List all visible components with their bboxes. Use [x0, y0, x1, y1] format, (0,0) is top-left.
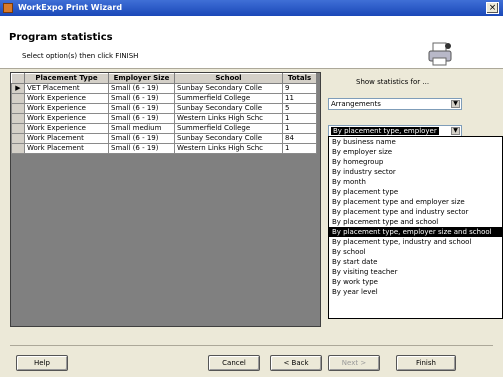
dropdown-option[interactable]: By year level	[329, 287, 502, 297]
finish-button[interactable]: Finish	[396, 355, 456, 371]
table-row[interactable]: Work Experience Small (6 - 19) Sunbay Seco…	[11, 103, 317, 114]
table-row[interactable]: Work Experience Small (6 - 19) Western Lin…	[11, 113, 317, 124]
table-row[interactable]: Work Placement Small (6 - 19) Sunbay Secon…	[11, 133, 317, 144]
header-row: Placement Type Employer Size School Tota…	[11, 73, 317, 84]
dropdown-option[interactable]: By month	[329, 177, 502, 187]
dropdown-option[interactable]: By industry sector	[329, 167, 502, 177]
table-cell[interactable]: 84	[282, 133, 317, 144]
table-cell[interactable]: Work Experience	[24, 103, 109, 114]
table-cell[interactable]: Summerfield College	[174, 93, 283, 104]
table-cell[interactable]: Sunbay Secondary Colle	[174, 103, 283, 114]
app-icon	[3, 3, 13, 13]
table-cell[interactable]: 1	[282, 113, 317, 124]
dropdown-option[interactable]: By work type	[329, 277, 502, 287]
next-button[interactable]: Next >	[328, 355, 380, 371]
cancel-button[interactable]: Cancel	[208, 355, 260, 371]
row-header-corner	[11, 73, 25, 84]
wizard-header: Program statistics Select option(s) then…	[0, 16, 503, 69]
statistics-label: Show statistics for ...	[356, 78, 430, 86]
table-cell[interactable]: Small (6 - 19)	[108, 113, 175, 124]
printer-icon	[428, 42, 452, 66]
dropdown-option[interactable]: By placement type	[329, 187, 502, 197]
statistics-grid[interactable]: Placement Type Employer Size School Tota…	[10, 72, 321, 327]
table-cell[interactable]: Summerfield College	[174, 123, 283, 134]
table-cell[interactable]: 1	[282, 143, 317, 154]
dropdown-option[interactable]: By business name	[329, 137, 502, 147]
page-title: Program statistics	[9, 32, 113, 43]
table-cell[interactable]: Small (6 - 19)	[108, 83, 175, 94]
table-cell[interactable]: 11	[282, 93, 317, 104]
back-button[interactable]: < Back	[270, 355, 322, 371]
page-instructions: Select option(s) then click FINISH	[22, 52, 139, 60]
help-button[interactable]: Help	[16, 355, 68, 371]
table-row[interactable]: Work Experience Small (6 - 19) Summerfield…	[11, 93, 317, 104]
arrangements-select-value: Arrangements	[331, 100, 381, 108]
table-cell[interactable]: Western Links High Schc	[174, 113, 283, 124]
table-cell[interactable]: Sunbay Secondary Colle	[174, 83, 283, 94]
table-cell[interactable]: Small (6 - 19)	[108, 143, 175, 154]
dropdown-option[interactable]: By placement type, industry and school	[329, 237, 502, 247]
dropdown-option[interactable]: By homegroup	[329, 157, 502, 167]
table-cell[interactable]: VET Placement	[24, 83, 109, 94]
table-cell[interactable]: Work Experience	[24, 93, 109, 104]
dropdown-option[interactable]: By placement type, employer size and sch…	[329, 227, 502, 237]
dropdown-option[interactable]: By placement type and school	[329, 217, 502, 227]
column-header[interactable]: Placement Type	[24, 73, 109, 84]
row-selector[interactable]	[11, 123, 25, 134]
column-header[interactable]: Employer Size	[108, 73, 175, 84]
table-row[interactable]: Work Placement Small (6 - 19) Western Link…	[11, 143, 317, 154]
table-cell[interactable]: Small (6 - 19)	[108, 93, 175, 104]
column-header[interactable]: Totals	[282, 73, 317, 84]
breakdown-select-value: By placement type, employer	[331, 127, 439, 135]
table-cell[interactable]: Sunbay Secondary Colle	[174, 133, 283, 144]
row-selector[interactable]	[11, 143, 25, 154]
title-bar: WorkExpo Print Wizard ×	[0, 0, 503, 16]
breakdown-dropdown-list[interactable]: By business name By employer size By homeg…	[328, 136, 503, 319]
table-cell[interactable]: 1	[282, 123, 317, 134]
dropdown-option[interactable]: By start date	[329, 257, 502, 267]
footer-divider	[10, 345, 493, 346]
row-selector[interactable]	[11, 103, 25, 114]
table-cell[interactable]: Work Placement	[24, 133, 109, 144]
chevron-down-icon[interactable]: ▼	[451, 127, 460, 135]
dropdown-option[interactable]: By placement type and industry sector	[329, 207, 502, 217]
chevron-down-icon[interactable]: ▼	[451, 100, 460, 108]
table-row[interactable]: ▶ VET Placement Small (6 - 19) Sunbay Secon…	[11, 83, 317, 94]
statistics-table: Placement Type Employer Size School Tota…	[11, 73, 317, 154]
table-cell[interactable]: Small (6 - 19)	[108, 103, 175, 114]
table-row[interactable]: Work Experience Small medium Summerfield C…	[11, 123, 317, 134]
table-cell[interactable]: Small (6 - 19)	[108, 133, 175, 144]
row-selector[interactable]: ▶	[11, 83, 25, 94]
row-selector[interactable]	[11, 133, 25, 144]
dropdown-option[interactable]: By employer size	[329, 147, 502, 157]
column-header[interactable]: School	[174, 73, 283, 84]
table-cell[interactable]: Work Placement	[24, 143, 109, 154]
table-cell[interactable]: Work Experience	[24, 123, 109, 134]
dropdown-option[interactable]: By school	[329, 247, 502, 257]
table-cell[interactable]: Work Experience	[24, 113, 109, 124]
close-button[interactable]: ×	[486, 2, 499, 14]
table-cell[interactable]: 9	[282, 83, 317, 94]
table-cell[interactable]: Small medium	[108, 123, 175, 134]
dropdown-option[interactable]: By visiting teacher	[329, 267, 502, 277]
row-selector[interactable]	[11, 113, 25, 124]
table-cell[interactable]: 5	[282, 103, 317, 114]
row-selector[interactable]	[11, 93, 25, 104]
window-title: WorkExpo Print Wizard	[18, 3, 123, 12]
dropdown-option[interactable]: By placement type and employer size	[329, 197, 502, 207]
table-cell[interactable]: Western Links High Schc	[174, 143, 283, 154]
arrangements-select[interactable]: Arrangements ▼	[328, 98, 462, 110]
